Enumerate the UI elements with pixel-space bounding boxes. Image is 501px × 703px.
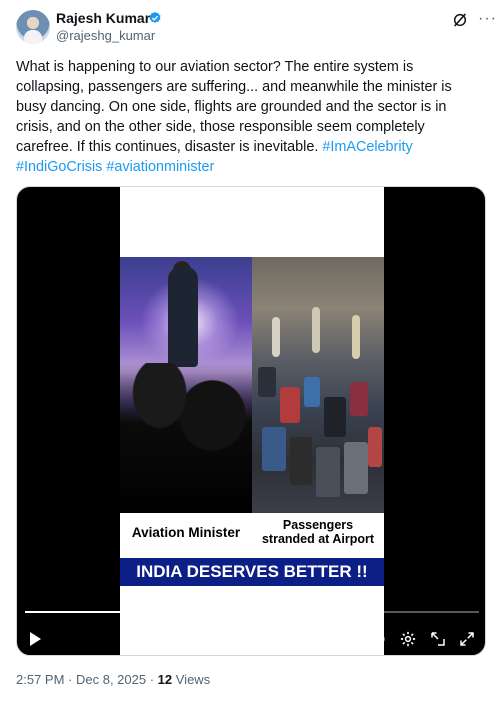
tweet-text: What is happening to our aviation sector… (16, 57, 484, 177)
tweet-date[interactable]: Dec 8, 2025 (76, 672, 146, 687)
author-name[interactable]: Rajesh Kumar (56, 10, 150, 26)
progress-fill (25, 611, 248, 613)
view-count: 12 (157, 672, 173, 687)
video-time: 0:17 / 0:35 (299, 631, 362, 646)
caption-left: Aviation Minister (120, 513, 252, 551)
time-total: 0:35 (335, 631, 362, 646)
caption-right-line1: Passengers (282, 518, 354, 532)
fullscreen-icon[interactable] (458, 630, 476, 648)
views-label: Views (175, 672, 211, 687)
video-banner: INDIA DESERVES BETTER !! (120, 555, 384, 589)
author-handle[interactable]: @rajeshg_kumar (56, 28, 155, 43)
avatar[interactable] (16, 10, 50, 44)
video-player[interactable]: Aviation Minister Passengers stranded at… (16, 186, 486, 656)
hashtag-link[interactable]: #ImACelebrity (322, 139, 412, 155)
video-frame[interactable]: Aviation Minister Passengers stranded at… (120, 187, 384, 655)
volume-icon[interactable] (369, 630, 387, 648)
airport-scene-image (252, 257, 384, 513)
caption-right: Passengers stranded at Airport (252, 513, 384, 551)
tweet-time[interactable]: 2:57 PM (16, 672, 64, 687)
verified-icon (149, 11, 161, 23)
more-icon[interactable]: ··· (478, 10, 497, 28)
grok-icon[interactable] (452, 12, 468, 28)
settings-icon[interactable] (399, 630, 417, 648)
caption-right-line2: stranded at Airport (261, 532, 375, 546)
hashtag-link[interactable]: #aviationminister (106, 159, 214, 175)
tweet-meta: 2:57 PM · Dec 8, 2025 · 12 Views (16, 672, 211, 687)
hashtag-link[interactable]: #IndiGoCrisis (16, 159, 102, 175)
video-controls: 0:17 / 0:35 (17, 623, 485, 653)
time-current: 0:17 (299, 631, 326, 646)
play-icon[interactable] (30, 632, 41, 646)
pop-out-icon[interactable] (429, 630, 447, 648)
stage-scene-image (120, 257, 252, 513)
progress-bar[interactable] (25, 611, 479, 613)
tweet-header: Rajesh Kumar @rajeshg_kumar ··· (16, 10, 496, 50)
